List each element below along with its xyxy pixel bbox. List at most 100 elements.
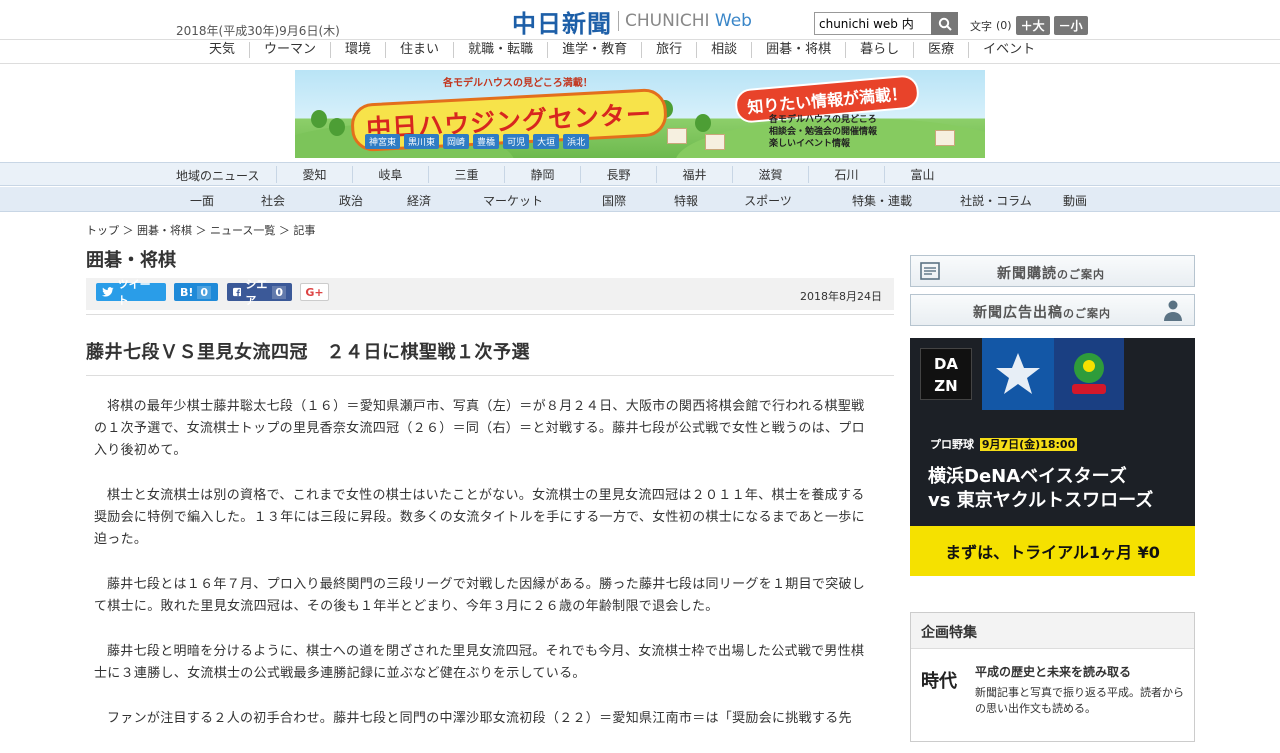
section-nav-item[interactable]: 特集・連載 — [820, 192, 944, 209]
hatena-label: B! — [180, 285, 194, 299]
region-nav-item[interactable]: 富山 — [884, 166, 960, 183]
article-paragraph: 将棋の最年少棋士藤井聡太七段（１６）＝愛知県瀬戸市、写真（左）＝が８月２４日、大… — [94, 399, 865, 458]
subscription-info-link[interactable]: 新聞購読のご案内 — [910, 255, 1195, 287]
dazn-logo: DA ZN — [920, 348, 972, 400]
dazn-team-away: vs 東京ヤクルトスワローズ — [928, 490, 1154, 511]
section-nav-item[interactable]: 国際 — [572, 192, 656, 209]
section-nav-item[interactable]: マーケット — [454, 192, 572, 209]
dazn-category: プロ野球 — [930, 438, 974, 451]
feature-title[interactable]: 平成の歴史と未来を読み取る — [975, 663, 1131, 680]
article-paragraph: 棋士と女流棋士は別の資格で、これまで女性の棋士はいたことがない。女流棋士の里見女… — [94, 488, 865, 547]
dazn-logo-line: DA — [933, 355, 959, 373]
facebook-count: 0 — [272, 285, 286, 299]
logo-en-web: Web — [714, 11, 752, 31]
section-nav-item[interactable]: 政治 — [318, 192, 384, 209]
logo-japanese: 中日新聞 — [512, 8, 612, 38]
region-nav-item[interactable]: 福井 — [656, 166, 732, 183]
category-nav-item[interactable]: 相談 — [697, 42, 753, 58]
region-nav-item[interactable]: 静岡 — [504, 166, 580, 183]
dazn-ad[interactable]: DA ZN プロ野球 9月7日(金)18:00 横浜DeNAベイスターズ vs 東… — [910, 338, 1195, 576]
facebook-share-button[interactable]: シエア 0 — [227, 278, 292, 307]
category-nav-item[interactable]: 暮らし — [846, 42, 915, 58]
banner-cities: 神宮東 黒川東 岡崎 豊橋 可児 大垣 浜北 — [365, 134, 590, 149]
category-nav: 天気 ウーマン 環境 住まい 就職・転職 進学・教育 旅行 相談 囲碁・将棋 暮らし 医療 イベント — [0, 40, 1280, 64]
banner-house — [935, 130, 955, 146]
banner-feature: 各モデルハウスの見どころ — [769, 115, 877, 125]
region-nav-label: 地域のニュース — [176, 169, 260, 183]
dazn-trial-button[interactable]: まずは、トライアル1ヶ月 ¥0 — [910, 526, 1195, 576]
banner-house — [667, 128, 687, 144]
dazn-schedule: プロ野球 9月7日(金)18:00 — [928, 436, 1078, 452]
advertising-main: 新聞広告出稿 — [973, 305, 1063, 321]
section-nav-item[interactable]: スポーツ — [716, 192, 820, 209]
feature-box: 企画特集 時代 平成の歴史と未来を読み取る 新聞記事と写真で振り返る平成。読者か… — [910, 612, 1195, 742]
section-nav-item[interactable]: 経済 — [384, 192, 454, 209]
category-nav-item[interactable]: 囲碁・将棋 — [752, 42, 847, 58]
banner-tree — [329, 118, 345, 136]
tweet-button[interactable]: ツイート — [96, 278, 166, 307]
breadcrumb[interactable]: トップ ＞ 囲碁・将棋 ＞ ニュース一覧 ＞ 記事 — [86, 222, 315, 238]
region-nav-item[interactable]: 岐阜 — [352, 166, 428, 183]
divider — [86, 314, 894, 315]
banner-feature-list: 各モデルハウスの見どころ 相談会・勉強会の開催情報 楽しいイベント情報 — [769, 114, 877, 150]
banner-house — [705, 134, 725, 150]
search-icon — [938, 17, 952, 31]
category-nav-item[interactable]: 環境 — [331, 42, 387, 58]
category-nav-item[interactable]: 就職・転職 — [454, 42, 549, 58]
region-nav: 地域のニュース 愛知 岐阜 三重 静岡 長野 福井 滋賀 石川 富山 — [0, 162, 1280, 186]
jidai-logo: 時代 — [921, 671, 957, 692]
site-logo[interactable]: 中日新聞 CHUNICHI Web — [512, 7, 752, 38]
banner-city-tag: 可児 — [503, 134, 530, 149]
font-size-label: 文字 — [970, 19, 992, 33]
feature-description: 新聞記事と写真で振り返る平成。読者からの思い出作文も読める。 — [975, 686, 1184, 715]
section-title: 囲碁・将棋 — [86, 250, 176, 271]
font-smaller-button[interactable]: －小 — [1053, 16, 1088, 35]
category-nav-item[interactable]: イベント — [969, 42, 1049, 58]
divider — [86, 375, 894, 376]
banner-city-tag: 岡崎 — [443, 134, 470, 149]
category-nav-item[interactable]: 天気 — [195, 42, 251, 58]
region-nav-item[interactable]: 長野 — [580, 166, 656, 183]
swallows-emblem — [1054, 338, 1124, 410]
section-nav-item[interactable]: 動画 — [1048, 192, 1102, 209]
tweet-label: ツイート — [117, 278, 151, 307]
region-nav-item[interactable]: 愛知 — [276, 166, 352, 183]
banner-subtitle: 各モデルハウスの見どころ満載！ — [443, 78, 593, 89]
category-nav-item[interactable]: 進学・教育 — [548, 42, 643, 58]
swallow-mascot-icon — [1072, 353, 1106, 394]
banner-tree — [311, 110, 327, 128]
hatena-bookmark-button[interactable]: B! 0 — [174, 283, 218, 301]
section-nav-item[interactable]: 特報 — [656, 192, 716, 209]
section-nav-item[interactable]: 一面 — [176, 192, 228, 209]
region-nav-item[interactable]: 三重 — [428, 166, 504, 183]
category-nav-item[interactable]: 住まい — [386, 42, 455, 58]
banner-city-tag: 神宮東 — [365, 134, 401, 149]
dazn-logo-line: ZN — [934, 377, 958, 395]
font-size-control: 文字 (0) ＋大 －小 — [970, 16, 1088, 35]
section-nav-item[interactable]: 社会 — [228, 192, 318, 209]
google-plus-button[interactable]: G+ — [300, 283, 329, 301]
region-nav-item[interactable]: 石川 — [808, 166, 884, 183]
baystars-emblem — [982, 338, 1054, 410]
region-nav-item[interactable]: 滋賀 — [732, 166, 808, 183]
category-nav-item[interactable]: 医療 — [914, 42, 970, 58]
facebook-f-icon — [233, 287, 242, 297]
advertising-info-link[interactable]: 新聞広告出稿のご案内 — [910, 294, 1195, 326]
category-nav-item[interactable]: 旅行 — [642, 42, 698, 58]
banner-tree — [695, 114, 711, 132]
site-header: 2018年(平成30年)9月6日(木) 中日新聞 CHUNICHI Web 文字… — [0, 0, 1280, 40]
banner-feature: 相談会・勉強会の開催情報 — [769, 127, 878, 137]
search-input[interactable] — [814, 12, 931, 35]
article-headline: 藤井七段ＶＳ里見女流四冠 ２４日に棋聖戦１次予選 — [86, 342, 530, 363]
section-nav-item[interactable]: 社説・コラム — [944, 192, 1048, 209]
section-nav: 一面 社会 政治 経済 マーケット 国際 特報 スポーツ 特集・連載 社説・コラム 動画 — [0, 187, 1280, 212]
facebook-label: シエア — [245, 278, 268, 307]
font-bigger-button[interactable]: ＋大 — [1015, 16, 1050, 35]
star-emblem-icon — [996, 353, 1040, 394]
font-size-value: (0) — [996, 19, 1012, 32]
site-search — [814, 12, 958, 35]
housing-center-banner[interactable]: 各モデルハウスの見どころ満載！ 中日ハウジングセンター 神宮東 黒川東 岡崎 豊橋 可児… — [295, 70, 985, 158]
search-button[interactable] — [931, 12, 958, 35]
banner-city-tag: 大垣 — [533, 134, 560, 149]
category-nav-item[interactable]: ウーマン — [250, 42, 332, 58]
